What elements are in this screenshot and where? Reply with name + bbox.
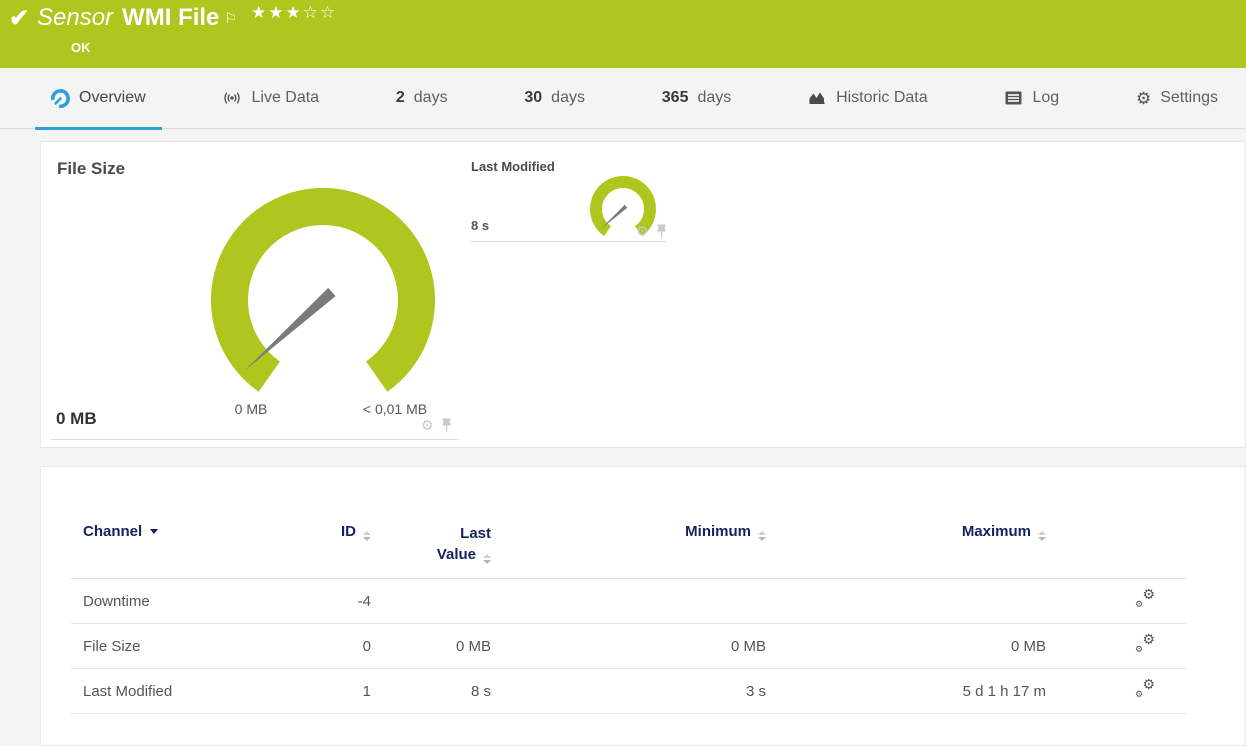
file-size-gauge-max-label: < 0,01 MB [362, 401, 428, 417]
log-list-icon [1005, 91, 1022, 105]
last-modified-widget-divider [471, 241, 667, 242]
tab-live-data[interactable]: Live Data [206, 68, 335, 128]
file-size-gauge [211, 188, 435, 392]
sensor-status-text: OK [71, 40, 91, 55]
gear-icon: ⚙ [1142, 586, 1155, 602]
gauges-panel: File Size 0 MB < 0,01 MB 0 MB ⚙ Last Mod… [40, 141, 1246, 448]
channel-minimum: 0 MB [730, 637, 766, 655]
channel-last-value: 8 s [470, 682, 491, 700]
gear-icon: ⚙ [1142, 676, 1155, 692]
last-modified-gauge-title: Last Modified [471, 159, 555, 174]
tab-2-days-number: 2 [395, 89, 405, 106]
channel-settings-gears-icon[interactable]: ⚙ ⚙ [1135, 676, 1155, 699]
sensor-title: Sensor WMI File ⚐ [37, 3, 237, 33]
channels-panel: Channel ID Last Value Minimum Maximum Do… [40, 466, 1246, 746]
channel-id: 0 [362, 637, 371, 655]
pin-icon[interactable] [656, 224, 667, 238]
tab-365-days-number: 365 [661, 89, 689, 106]
gear-icon: ⚙ [1135, 689, 1144, 699]
area-chart-icon [809, 92, 825, 104]
tab-settings-label: Settings [1160, 89, 1218, 106]
sensor-status-header: ✔ Sensor WMI File ⚐ ★★★☆☆ OK [0, 0, 1246, 68]
column-header-maximum[interactable]: Maximum [766, 523, 1046, 541]
tab-historic-data[interactable]: Historic Data [792, 68, 944, 128]
tab-historic-data-label: Historic Data [836, 89, 928, 106]
column-header-channel-label: Channel [83, 523, 143, 540]
tab-30-days[interactable]: 30 days [508, 68, 601, 128]
gear-icon: ⚙ [1135, 599, 1144, 609]
channel-table-header-row: Channel ID Last Value Minimum Maximum [71, 523, 1187, 579]
table-row-downtime: Downtime -4 ⚙ ⚙ [71, 579, 1187, 624]
column-header-last-value[interactable]: Last Value [371, 523, 491, 565]
gear-icon: ⚙ [1135, 644, 1144, 654]
priority-stars[interactable]: ★★★☆☆ [251, 3, 337, 23]
table-row-file-size: File Size 0 0 MB 0 MB 0 MB ⚙ ⚙ [71, 624, 1187, 669]
tab-30-days-label: days [551, 89, 585, 106]
gauge-needle [245, 287, 336, 371]
sensor-name: WMI File [122, 4, 220, 31]
channel-table: Channel ID Last Value Minimum Maximum Do… [71, 523, 1187, 714]
column-header-minimum[interactable]: Minimum [491, 523, 766, 541]
column-header-last-value-line1: Last [460, 525, 491, 542]
sort-icon [483, 554, 491, 564]
tab-30-days-number: 30 [524, 89, 543, 106]
file-size-current-value: 0 MB [56, 409, 97, 428]
gear-icon[interactable]: ⚙ [421, 418, 434, 432]
last-modified-widget-tools: ⚙ [636, 224, 667, 238]
channel-id: -4 [357, 592, 371, 610]
object-kind-label: Sensor [37, 4, 114, 31]
sort-icon [1038, 531, 1046, 541]
column-header-id[interactable]: ID [321, 523, 371, 541]
channel-name: Downtime [83, 592, 150, 610]
tab-log-label: Log [1032, 89, 1060, 106]
column-header-channel[interactable]: Channel [71, 523, 321, 540]
tab-2-days-label: days [413, 89, 448, 106]
column-header-maximum-label: Maximum [961, 523, 1031, 540]
status-ok-check-icon: ✔ [9, 5, 30, 32]
settings-gear-icon: ⚙ [1135, 88, 1152, 108]
sort-icon [363, 531, 371, 541]
tab-overview-label: Overview [79, 89, 146, 106]
gauge-icon [51, 88, 70, 108]
gear-icon: ⚙ [1142, 631, 1155, 647]
gear-icon[interactable]: ⚙ [636, 224, 649, 238]
tab-2-days[interactable]: 2 days [380, 68, 464, 128]
channel-name: Last Modified [83, 682, 173, 700]
file-size-widget-divider [51, 439, 459, 440]
channel-maximum: 0 MB [1010, 637, 1046, 655]
table-row-last-modified: Last Modified 1 8 s 3 s 5 d 1 h 17 m ⚙ ⚙ [71, 669, 1187, 714]
column-header-id-label: ID [341, 523, 356, 540]
last-modified-current-value: 8 s [471, 218, 490, 233]
column-header-last-value-line2: Value [436, 546, 476, 563]
channel-settings-gears-icon[interactable]: ⚙ ⚙ [1135, 631, 1155, 654]
channel-name: File Size [83, 637, 141, 655]
tab-365-days-label: days [697, 89, 732, 106]
tab-settings[interactable]: ⚙ Settings [1120, 68, 1234, 128]
pin-icon[interactable] [441, 418, 452, 432]
tab-live-data-label: Live Data [251, 89, 320, 106]
file-size-gauge-min-label: 0 MB [234, 401, 268, 417]
sensor-tab-bar: Overview Live Data 2 days 30 days 365 da… [0, 68, 1246, 130]
channel-id: 1 [362, 682, 371, 700]
tab-365-days[interactable]: 365 days [646, 68, 748, 128]
file-size-widget-tools: ⚙ [421, 418, 452, 432]
file-size-gauge-title: File Size [57, 159, 126, 178]
channel-minimum: 3 s [745, 682, 766, 700]
gauge-needle [600, 204, 628, 230]
tab-overview[interactable]: Overview [35, 68, 162, 130]
channel-last-value: 0 MB [455, 637, 491, 655]
broadcast-icon [224, 92, 241, 104]
channel-maximum: 5 d 1 h 17 m [962, 682, 1046, 700]
sort-direction-caret-icon [150, 529, 159, 534]
channel-settings-gears-icon[interactable]: ⚙ ⚙ [1135, 586, 1155, 609]
tab-log[interactable]: Log [988, 68, 1075, 128]
column-header-minimum-label: Minimum [685, 523, 751, 540]
flag-icon[interactable]: ⚐ [224, 3, 237, 33]
sort-icon [758, 531, 766, 541]
